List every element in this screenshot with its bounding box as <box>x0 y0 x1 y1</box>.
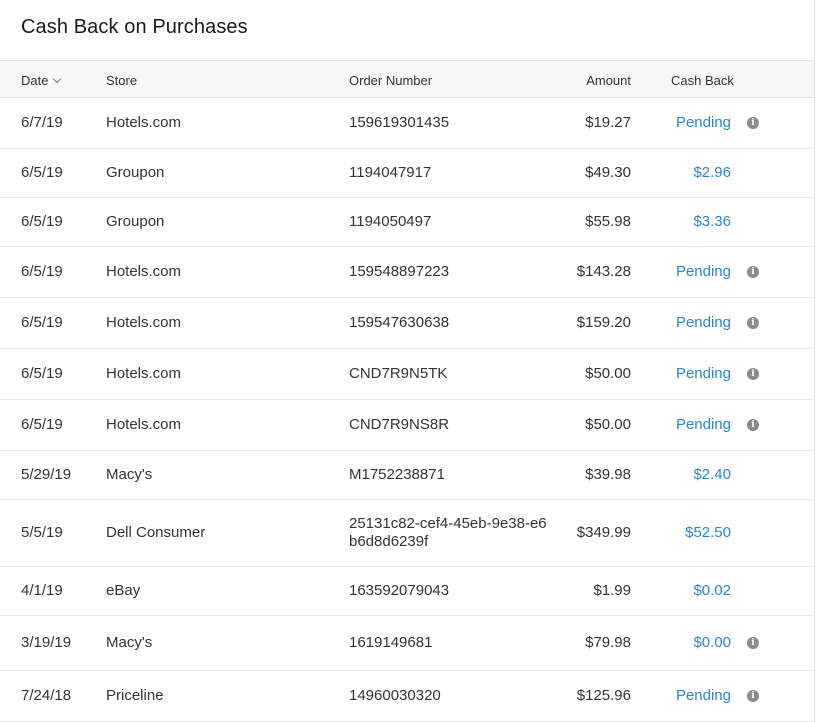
row-amount: $349.99 <box>576 524 631 541</box>
row-date: 6/5/19 <box>21 263 63 280</box>
row-order-number: CND7R9N5TK <box>349 365 448 382</box>
row-store: Groupon <box>106 213 165 230</box>
table-row: 7/24/18 Priceline 14960030320 $125.96 Pendin… <box>0 671 814 722</box>
row-store: Hotels.com <box>106 314 182 331</box>
row-store: Hotels.com <box>106 416 182 433</box>
row-amount: $143.28 <box>576 263 631 280</box>
cash-back-panel: Cash Back on Purchases Date Store Order … <box>0 0 815 722</box>
row-amount: $159.20 <box>576 314 631 331</box>
row-cash-back[interactable]: Pending <box>676 114 731 132</box>
table-row: 6/5/19 Hotels.com CND7R9N5TK $50.00 Pending i <box>0 349 814 400</box>
row-store: Hotels.com <box>106 263 182 280</box>
row-cash-back[interactable]: $3.36 <box>693 213 731 231</box>
table-row: 6/5/19 Groupon 1194047917 $49.30 $2.96 <box>0 149 814 198</box>
column-header-amount: Amount <box>586 73 631 88</box>
row-order-number: 25131c82-cef4-45eb-9e38-e6b6d8d6239f <box>349 515 547 550</box>
row-amount: $39.98 <box>585 466 631 483</box>
row-cash-back[interactable]: $2.96 <box>693 164 731 182</box>
row-cash-back[interactable]: $0.02 <box>693 582 731 600</box>
row-amount: $125.96 <box>576 687 631 704</box>
row-amount: $55.98 <box>585 213 631 230</box>
row-date: 4/1/19 <box>21 582 63 599</box>
row-cash-back[interactable]: $2.40 <box>693 466 731 484</box>
table-row: 5/29/19 Macy's M1752238871 $39.98 $2.40 <box>0 451 814 500</box>
row-date: 6/5/19 <box>21 416 63 433</box>
column-header-order-number: Order Number <box>349 73 433 88</box>
info-icon[interactable]: i <box>747 317 759 329</box>
row-order-number: M1752238871 <box>349 466 445 483</box>
row-order-number: 1194050497 <box>349 213 432 230</box>
row-order-number: 159619301435 <box>349 114 450 131</box>
row-order-number: 159547630638 <box>349 314 450 331</box>
row-store: Groupon <box>106 164 165 181</box>
row-date: 3/19/19 <box>21 634 72 651</box>
row-cash-back[interactable]: Pending <box>676 416 731 434</box>
table-row: 3/19/19 Macy's 1619149681 $79.98 $0.00 i <box>0 616 814 671</box>
row-order-number: 163592079043 <box>349 582 450 599</box>
row-amount: $49.30 <box>585 164 631 181</box>
row-cash-back[interactable]: $52.50 <box>685 524 731 542</box>
row-order-number: 1194047917 <box>349 164 432 181</box>
row-store: eBay <box>106 582 141 599</box>
chevron-down-icon <box>53 74 62 84</box>
row-order-number: CND7R9NS8R <box>349 416 450 433</box>
column-header-cash-back: Cash Back <box>671 73 734 88</box>
row-store: Dell Consumer <box>106 524 206 541</box>
row-date: 6/5/19 <box>21 314 63 331</box>
table-row: 6/5/19 Hotels.com 159547630638 $159.20 Pendi… <box>0 298 814 349</box>
row-cash-back[interactable]: $0.00 <box>693 634 731 652</box>
info-icon[interactable]: i <box>747 368 759 380</box>
info-icon[interactable]: i <box>747 266 759 278</box>
row-date: 5/29/19 <box>21 466 72 483</box>
purchases-table-body: 6/7/19 Hotels.com 159619301435 $19.27 Pendin… <box>0 98 814 722</box>
info-icon[interactable]: i <box>747 117 759 129</box>
info-icon[interactable]: i <box>747 637 759 649</box>
row-store: Macy's <box>106 466 153 483</box>
row-date: 5/5/19 <box>21 524 63 541</box>
info-icon[interactable]: i <box>747 690 759 702</box>
row-date: 6/7/19 <box>21 114 63 131</box>
row-date: 7/24/18 <box>21 687 72 704</box>
table-row: 6/5/19 Hotels.com CND7R9NS8R $50.00 Pending i <box>0 400 814 451</box>
row-cash-back[interactable]: Pending <box>676 687 731 705</box>
table-row: 6/5/19 Groupon 1194050497 $55.98 $3.36 <box>0 198 814 247</box>
row-cash-back[interactable]: Pending <box>676 263 731 281</box>
column-header-date-label: Date <box>21 73 49 88</box>
table-row: 6/5/19 Hotels.com 159548897223 $143.28 Pendi… <box>0 247 814 298</box>
row-order-number: 1619149681 <box>349 634 433 651</box>
column-header-date[interactable]: Date <box>21 73 62 88</box>
row-amount: $79.98 <box>585 634 631 651</box>
row-cash-back[interactable]: Pending <box>676 365 731 383</box>
row-amount: $19.27 <box>585 114 631 131</box>
row-date: 6/5/19 <box>21 213 63 230</box>
row-order-number: 159548897223 <box>349 263 450 280</box>
row-date: 6/5/19 <box>21 365 63 382</box>
row-store: Macy's <box>106 634 153 651</box>
page-title: Cash Back on Purchases <box>21 16 248 38</box>
row-store: Hotels.com <box>106 365 182 382</box>
row-order-number: 14960030320 <box>349 687 441 704</box>
row-store: Hotels.com <box>106 114 182 131</box>
row-amount: $1.99 <box>593 582 631 599</box>
info-icon[interactable]: i <box>747 419 759 431</box>
table-row: 5/5/19 Dell Consumer 25131c82-cef4-45eb-9e… <box>0 500 814 567</box>
table-header: Date Store Order Number Amount Cash Back <box>0 60 814 98</box>
row-date: 6/5/19 <box>21 164 63 181</box>
table-row: 6/7/19 Hotels.com 159619301435 $19.27 Pendin… <box>0 98 814 149</box>
row-amount: $50.00 <box>585 416 631 433</box>
table-row: 4/1/19 eBay 163592079043 $1.99 $0.02 <box>0 567 814 616</box>
row-cash-back[interactable]: Pending <box>676 314 731 332</box>
row-amount: $50.00 <box>585 365 631 382</box>
row-store: Priceline <box>106 687 164 704</box>
column-header-store: Store <box>106 73 138 88</box>
